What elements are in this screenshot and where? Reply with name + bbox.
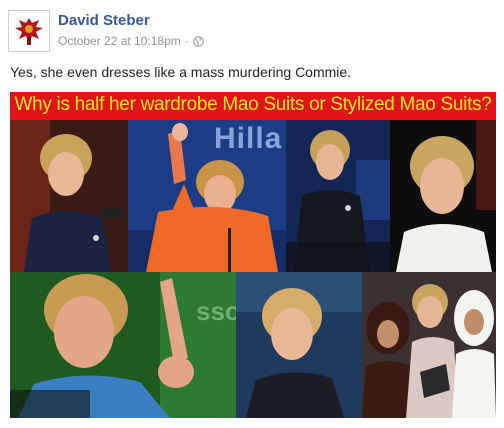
globe-icon[interactable] [192, 35, 204, 47]
post-meta: October 22 at 10:18pm · [58, 34, 204, 48]
photo-pointing-blue-top: sso [10, 272, 236, 418]
photo-smiling-dark-suit [236, 272, 362, 418]
post-text: Yes, she even dresses like a mass murder… [10, 64, 352, 80]
author-avatar[interactable] [8, 10, 50, 52]
eagle-emblem-icon [9, 11, 49, 51]
sign-fragment-text: sso [196, 296, 236, 326]
photo-navy-suit [10, 120, 128, 272]
meta-separator: · [184, 34, 189, 48]
image-banner: Why is half her wardrobe Mao Suits or St… [10, 92, 496, 120]
banner-caption: Why is half her wardrobe Mao Suits or St… [14, 94, 492, 115]
author-name-link[interactable]: David Steber [58, 12, 150, 29]
photo-orange-jacket: Hilla [128, 120, 286, 272]
podium-sign-text: Hilla [214, 122, 283, 155]
post-timestamp[interactable]: October 22 at 10:18pm [58, 34, 181, 48]
photo-white-turtleneck [390, 120, 496, 272]
post-image[interactable]: Why is half her wardrobe Mao Suits or St… [10, 92, 496, 418]
facebook-post: David Steber October 22 at 10:18pm · Yes… [0, 0, 504, 428]
photo-crowd-headscarves [362, 272, 496, 418]
photo-dark-mao-suit [286, 120, 390, 272]
